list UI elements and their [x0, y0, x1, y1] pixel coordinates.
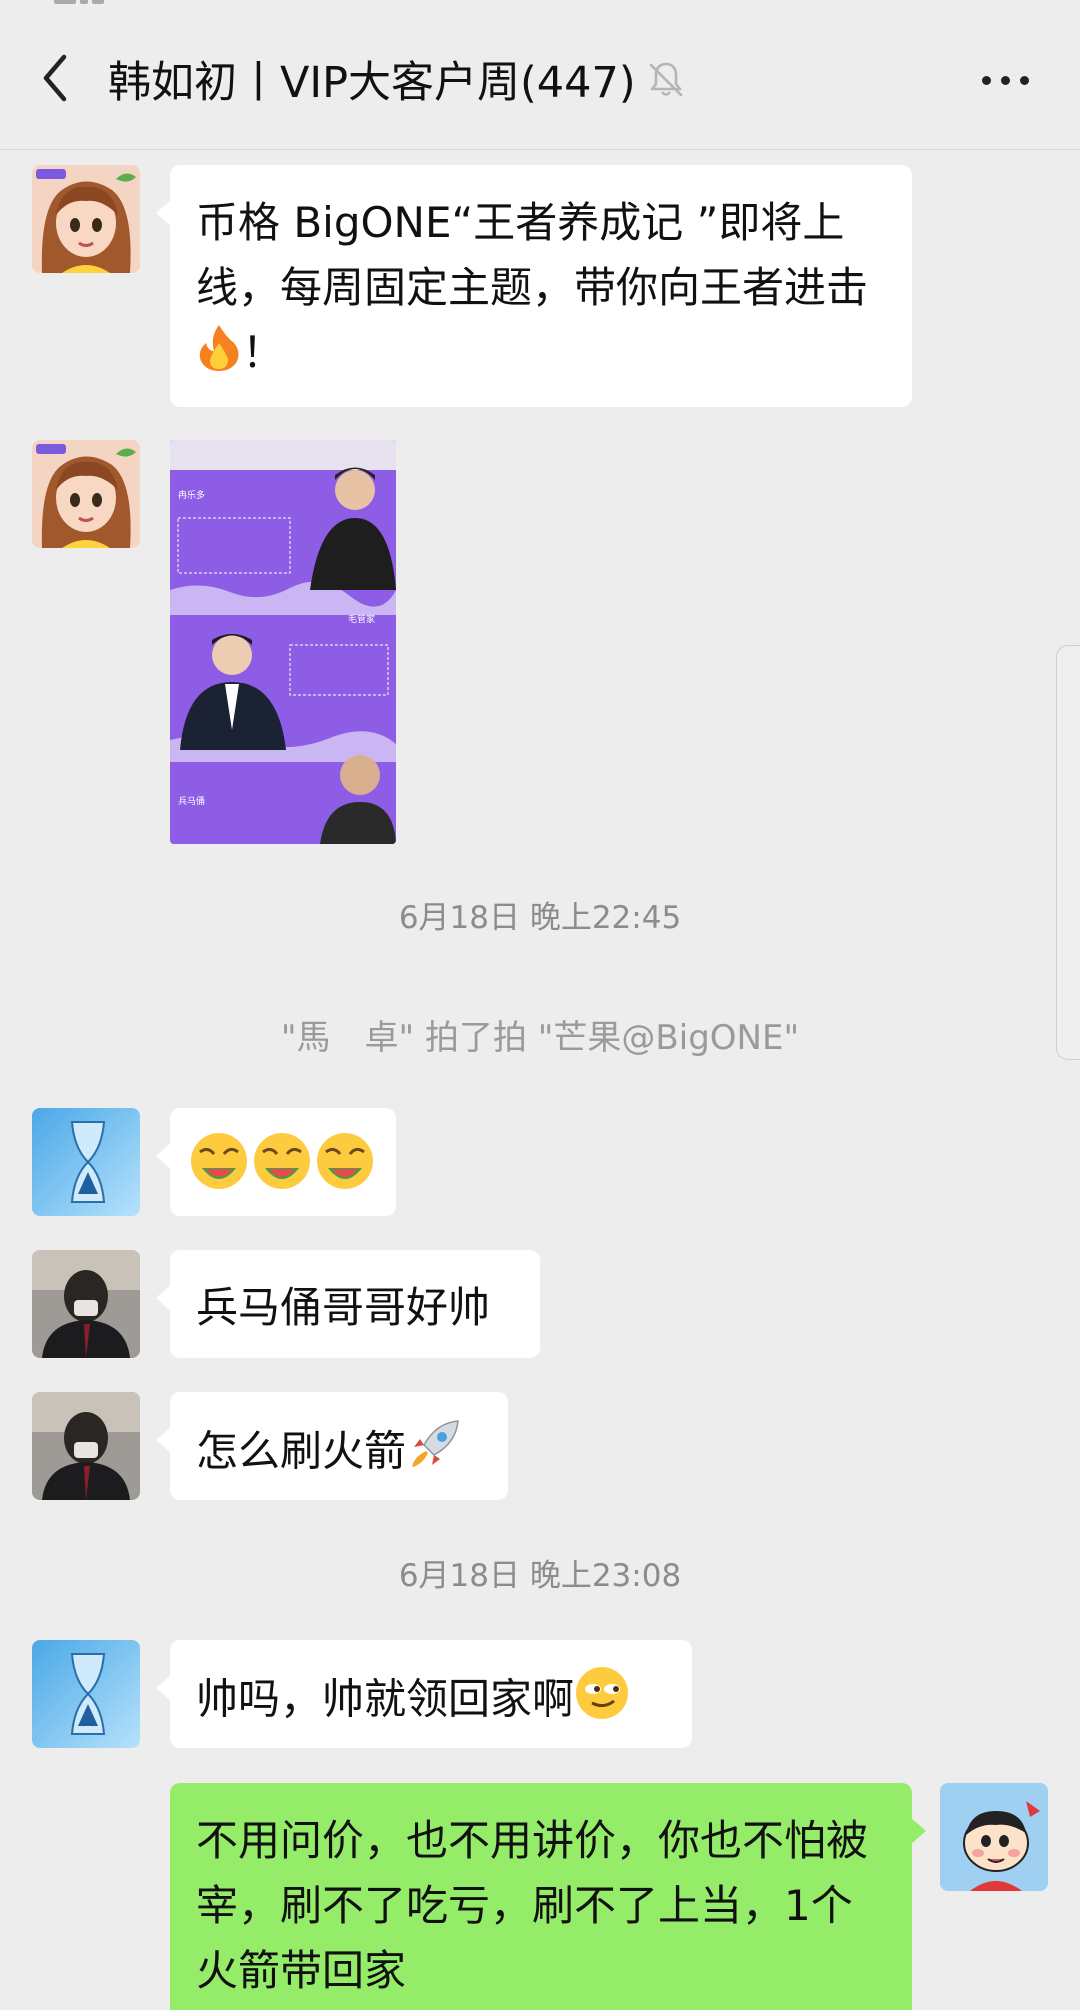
avatar-hourglass[interactable] — [32, 1108, 140, 1216]
message-bubble[interactable]: 兵马俑哥哥好帅 — [156, 1250, 540, 1358]
message-text: 兵马俑哥哥好帅 — [196, 1283, 491, 1332]
poster-name-2: 毛管家 — [348, 613, 375, 625]
chat-header: 韩如初丨VIP大客户周(447) — [0, 0, 1080, 150]
avatar-hourglass[interactable] — [32, 1640, 140, 1748]
bell-muted-icon — [648, 59, 688, 99]
message-text-tail: ！ — [242, 328, 285, 377]
message-bubble[interactable]: 币格 BigONE“王者养成记 ”即将上线，每周固定主题，带你向王者进击 ！ — [156, 165, 912, 407]
watermelon-face-emoji-icon — [191, 1133, 373, 1189]
message-text: 不用问价，也不用讲价，你也不怕被宰，刷不了吃亏，刷不了上当，1个火箭带回家 — [196, 1816, 869, 1995]
more-dot — [1019, 75, 1029, 85]
status-bar-fragment — [50, 0, 110, 6]
poster-name-3: 兵马俑 — [178, 795, 205, 807]
emoji-message-bubble[interactable] — [156, 1108, 396, 1216]
message-text: 帅吗，帅就领回家啊 — [196, 1674, 575, 1724]
more-options-button[interactable] — [970, 52, 1040, 108]
more-dot — [1000, 75, 1010, 85]
more-dots-icon — [981, 75, 991, 85]
poster-name-1: 冉乐多 — [178, 489, 205, 501]
image-message-poster[interactable]: 冉乐多 毛管家 兵马俑 — [170, 440, 396, 844]
timestamp: 6月18日 晚上22:45 — [398, 900, 682, 936]
message-bubble[interactable]: 怎么刷火箭 — [156, 1392, 508, 1500]
chat-title: 韩如初丨VIP大客户周(447) — [108, 58, 636, 108]
system-pat-message: "馬 卓" 拍了拍 "芒果@BigONE" — [280, 1018, 800, 1058]
back-button[interactable] — [30, 48, 80, 108]
fire-emoji-icon — [196, 323, 242, 389]
message-bubble[interactable]: 帅吗，帅就领回家啊 — [156, 1640, 692, 1748]
message-text: 怎么刷火箭 — [196, 1426, 407, 1476]
avatar-crayon-shin-chan[interactable] — [940, 1783, 1048, 1891]
avatar-person[interactable] — [32, 1250, 140, 1358]
avatar-cartoon-girl[interactable] — [32, 440, 140, 548]
self-message-bubble[interactable]: 不用问价，也不用讲价，你也不怕被宰，刷不了吃亏，刷不了上当，1个火箭带回家 — [170, 1783, 926, 2010]
timestamp: 6月18日 晚上23:08 — [398, 1558, 682, 1594]
chevron-left-icon — [43, 54, 67, 102]
smirk-emoji-icon — [574, 1665, 630, 1739]
rocket-emoji-icon — [406, 1417, 462, 1491]
scrollbar-handle[interactable] — [1056, 645, 1080, 1060]
message-text: 币格 BigONE“王者养成记 ”即将上线，每周固定主题，带你向王者进击 — [196, 198, 869, 312]
chat-title-area[interactable]: 韩如初丨VIP大客户周(447) — [108, 48, 688, 110]
avatar-person[interactable] — [32, 1392, 140, 1500]
avatar-cartoon-girl[interactable] — [32, 165, 140, 273]
